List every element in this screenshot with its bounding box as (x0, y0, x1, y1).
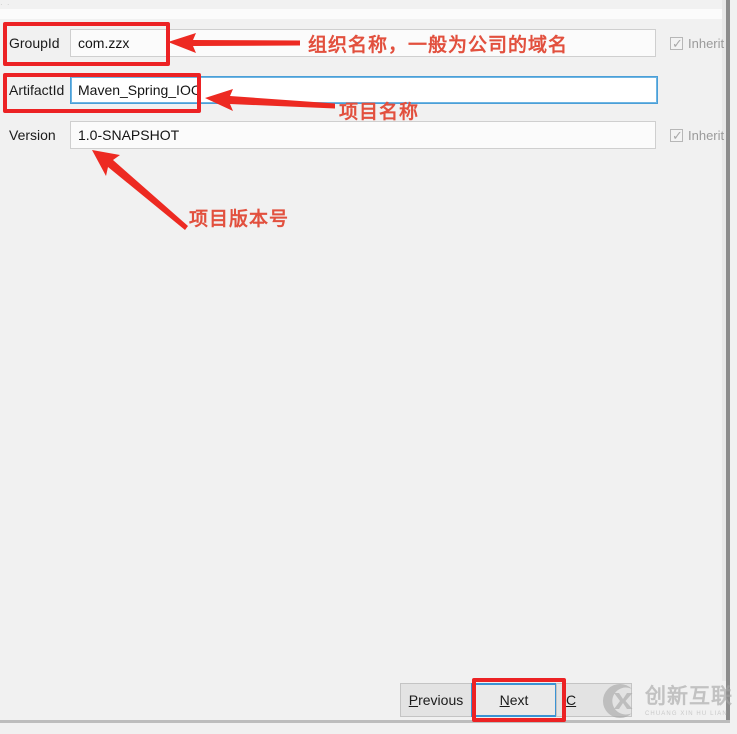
next-button[interactable]: Next (471, 683, 557, 717)
maven-new-project-dialog: · · GroupId com.zzx ✓ Inherit ArtifactId… (0, 0, 737, 734)
cancel-accel: C (566, 692, 577, 708)
inherit-label-version: Inherit (688, 127, 725, 143)
watermark-text-block: 创新互联 CHUANG XIN HU LIAN (645, 683, 733, 717)
label-artifactid: ArtifactId (9, 82, 65, 98)
next-button-label: Next (500, 692, 529, 708)
inherit-checkbox-groupid[interactable]: ✓ Inherit (670, 33, 724, 53)
next-accel: N (499, 692, 510, 708)
label-version: Version (9, 127, 56, 143)
version-input[interactable]: 1.0-SNAPSHOT (70, 121, 656, 149)
annotation-arrow-version (92, 150, 188, 230)
annotation-text-groupid: 组织名称，一般为公司的域名 (308, 34, 569, 56)
next-rest: ext (509, 692, 529, 708)
window-titlebar-remnant: · · (0, 0, 11, 9)
annotation-text-version: 项目版本号 (189, 208, 290, 230)
watermark: 创新互联 CHUANG XIN HU LIAN (598, 674, 737, 728)
check-icon: ✓ (672, 35, 683, 51)
annotation-text-artifactid: 项目名称 (339, 101, 420, 123)
previous-button[interactable]: Previous (400, 683, 472, 717)
check-icon: ✓ (672, 127, 683, 143)
label-groupid: GroupId (9, 35, 60, 51)
cancel-button-label: C (566, 692, 576, 708)
watermark-pinyin: CHUANG XIN HU LIAN (645, 710, 728, 717)
inherit-label-groupid: Inherit (688, 35, 725, 51)
previous-accel: P (408, 692, 419, 708)
window-titlebar-strip (0, 9, 726, 19)
form-row-version: Version 1.0-SNAPSHOT ✓ Inherit (0, 120, 726, 150)
watermark-logo-icon (598, 681, 638, 721)
previous-button-label: Previous (409, 692, 463, 708)
watermark-chinese: 创新互联 (645, 683, 733, 708)
checkbox-box-version[interactable]: ✓ (670, 127, 683, 143)
window-right-edge (726, 0, 730, 720)
previous-rest: revious (418, 692, 464, 708)
dialog-button-bar: Previous Next C (400, 683, 632, 717)
checkbox-box-groupid[interactable]: ✓ (670, 35, 683, 51)
inherit-checkbox-version[interactable]: ✓ Inherit (670, 125, 724, 145)
